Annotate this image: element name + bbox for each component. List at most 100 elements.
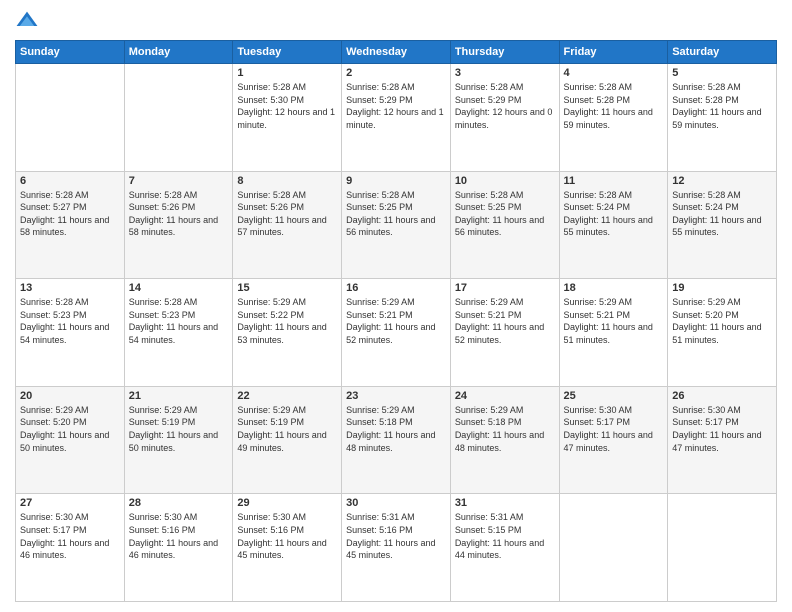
day-info: Sunrise: 5:29 AMSunset: 5:18 PMDaylight:… — [346, 404, 446, 454]
calendar-cell: 6 Sunrise: 5:28 AMSunset: 5:27 PMDaylight… — [16, 171, 125, 279]
day-number: 22 — [237, 390, 337, 402]
day-number: 16 — [346, 282, 446, 294]
day-info: Sunrise: 5:28 AMSunset: 5:23 PMDaylight:… — [129, 296, 229, 346]
day-info: Sunrise: 5:28 AMSunset: 5:28 PMDaylight:… — [672, 81, 772, 131]
day-number: 8 — [237, 175, 337, 187]
day-info: Sunrise: 5:28 AMSunset: 5:29 PMDaylight:… — [346, 81, 446, 131]
day-number: 23 — [346, 390, 446, 402]
calendar-cell: 7 Sunrise: 5:28 AMSunset: 5:26 PMDaylight… — [124, 171, 233, 279]
day-info: Sunrise: 5:31 AMSunset: 5:15 PMDaylight:… — [455, 511, 555, 561]
calendar-cell: 29 Sunrise: 5:30 AMSunset: 5:16 PMDayligh… — [233, 494, 342, 602]
day-number: 25 — [564, 390, 664, 402]
calendar-header: SundayMondayTuesdayWednesdayThursdayFrid… — [16, 41, 777, 64]
day-info: Sunrise: 5:29 AMSunset: 5:21 PMDaylight:… — [455, 296, 555, 346]
day-info: Sunrise: 5:30 AMSunset: 5:17 PMDaylight:… — [672, 404, 772, 454]
day-info: Sunrise: 5:29 AMSunset: 5:19 PMDaylight:… — [129, 404, 229, 454]
day-info: Sunrise: 5:29 AMSunset: 5:19 PMDaylight:… — [237, 404, 337, 454]
day-info: Sunrise: 5:30 AMSunset: 5:16 PMDaylight:… — [237, 511, 337, 561]
page: SundayMondayTuesdayWednesdayThursdayFrid… — [0, 0, 792, 612]
calendar-cell: 16 Sunrise: 5:29 AMSunset: 5:21 PMDayligh… — [342, 279, 451, 387]
day-info: Sunrise: 5:29 AMSunset: 5:20 PMDaylight:… — [20, 404, 120, 454]
calendar-cell: 12 Sunrise: 5:28 AMSunset: 5:24 PMDayligh… — [668, 171, 777, 279]
day-info: Sunrise: 5:30 AMSunset: 5:17 PMDaylight:… — [564, 404, 664, 454]
calendar-cell — [668, 494, 777, 602]
calendar-cell: 21 Sunrise: 5:29 AMSunset: 5:19 PMDayligh… — [124, 386, 233, 494]
calendar-cell: 3Sunrise: 5:28 AMSunset: 5:29 PMDaylight… — [450, 64, 559, 172]
calendar-cell: 23 Sunrise: 5:29 AMSunset: 5:18 PMDayligh… — [342, 386, 451, 494]
day-info: Sunrise: 5:28 AMSunset: 5:24 PMDaylight:… — [564, 189, 664, 239]
calendar-cell: 8Sunrise: 5:28 AMSunset: 5:26 PMDaylight… — [233, 171, 342, 279]
calendar-week-2: 6 Sunrise: 5:28 AMSunset: 5:27 PMDaylight… — [16, 171, 777, 279]
calendar-cell: 27 Sunrise: 5:30 AMSunset: 5:17 PMDayligh… — [16, 494, 125, 602]
logo-icon — [15, 10, 39, 34]
calendar-cell: 11 Sunrise: 5:28 AMSunset: 5:24 PMDayligh… — [559, 171, 668, 279]
day-number: 24 — [455, 390, 555, 402]
day-number: 4 — [564, 67, 664, 79]
weekday-header-saturday: Saturday — [668, 41, 777, 64]
calendar-cell: 17 Sunrise: 5:29 AMSunset: 5:21 PMDayligh… — [450, 279, 559, 387]
weekday-header-thursday: Thursday — [450, 41, 559, 64]
day-number: 21 — [129, 390, 229, 402]
day-info: Sunrise: 5:29 AMSunset: 5:20 PMDaylight:… — [672, 296, 772, 346]
day-info: Sunrise: 5:28 AMSunset: 5:27 PMDaylight:… — [20, 189, 120, 239]
day-number: 19 — [672, 282, 772, 294]
day-number: 27 — [20, 497, 120, 509]
day-number: 15 — [237, 282, 337, 294]
day-info: Sunrise: 5:28 AMSunset: 5:26 PMDaylight:… — [129, 189, 229, 239]
day-info: Sunrise: 5:29 AMSunset: 5:22 PMDaylight:… — [237, 296, 337, 346]
day-number: 17 — [455, 282, 555, 294]
calendar-cell: 2 Sunrise: 5:28 AMSunset: 5:29 PMDaylight… — [342, 64, 451, 172]
calendar-cell — [16, 64, 125, 172]
day-info: Sunrise: 5:30 AMSunset: 5:17 PMDaylight:… — [20, 511, 120, 561]
calendar-cell: 19 Sunrise: 5:29 AMSunset: 5:20 PMDayligh… — [668, 279, 777, 387]
calendar-week-5: 27 Sunrise: 5:30 AMSunset: 5:17 PMDayligh… — [16, 494, 777, 602]
calendar-cell: 28Sunrise: 5:30 AMSunset: 5:16 PMDayligh… — [124, 494, 233, 602]
calendar-cell: 20 Sunrise: 5:29 AMSunset: 5:20 PMDayligh… — [16, 386, 125, 494]
header — [15, 10, 777, 34]
calendar-cell: 30Sunrise: 5:31 AMSunset: 5:16 PMDayligh… — [342, 494, 451, 602]
day-number: 2 — [346, 67, 446, 79]
day-number: 29 — [237, 497, 337, 509]
day-info: Sunrise: 5:28 AMSunset: 5:30 PMDaylight:… — [237, 81, 337, 131]
calendar-cell: 18 Sunrise: 5:29 AMSunset: 5:21 PMDayligh… — [559, 279, 668, 387]
day-number: 11 — [564, 175, 664, 187]
day-info: Sunrise: 5:28 AMSunset: 5:25 PMDaylight:… — [346, 189, 446, 239]
calendar-cell: 25 Sunrise: 5:30 AMSunset: 5:17 PMDayligh… — [559, 386, 668, 494]
day-number: 6 — [20, 175, 120, 187]
day-number: 28 — [129, 497, 229, 509]
calendar-cell: 10Sunrise: 5:28 AMSunset: 5:25 PMDayligh… — [450, 171, 559, 279]
weekday-header-wednesday: Wednesday — [342, 41, 451, 64]
weekday-row: SundayMondayTuesdayWednesdayThursdayFrid… — [16, 41, 777, 64]
calendar-cell — [559, 494, 668, 602]
weekday-header-sunday: Sunday — [16, 41, 125, 64]
day-info: Sunrise: 5:29 AMSunset: 5:21 PMDaylight:… — [564, 296, 664, 346]
calendar-cell: 31 Sunrise: 5:31 AMSunset: 5:15 PMDayligh… — [450, 494, 559, 602]
calendar-week-3: 13 Sunrise: 5:28 AMSunset: 5:23 PMDayligh… — [16, 279, 777, 387]
day-number: 18 — [564, 282, 664, 294]
calendar-cell: 13 Sunrise: 5:28 AMSunset: 5:23 PMDayligh… — [16, 279, 125, 387]
logo — [15, 10, 43, 34]
day-number: 10 — [455, 175, 555, 187]
day-info: Sunrise: 5:29 AMSunset: 5:21 PMDaylight:… — [346, 296, 446, 346]
day-info: Sunrise: 5:31 AMSunset: 5:16 PMDaylight:… — [346, 511, 446, 561]
weekday-header-monday: Monday — [124, 41, 233, 64]
day-number: 7 — [129, 175, 229, 187]
day-info: Sunrise: 5:28 AMSunset: 5:28 PMDaylight:… — [564, 81, 664, 131]
calendar-body: 1 Sunrise: 5:28 AMSunset: 5:30 PMDaylight… — [16, 64, 777, 602]
calendar-cell: 14Sunrise: 5:28 AMSunset: 5:23 PMDayligh… — [124, 279, 233, 387]
calendar-week-4: 20 Sunrise: 5:29 AMSunset: 5:20 PMDayligh… — [16, 386, 777, 494]
calendar-cell: 15 Sunrise: 5:29 AMSunset: 5:22 PMDayligh… — [233, 279, 342, 387]
calendar: SundayMondayTuesdayWednesdayThursdayFrid… — [15, 40, 777, 602]
day-number: 13 — [20, 282, 120, 294]
weekday-header-friday: Friday — [559, 41, 668, 64]
day-number: 9 — [346, 175, 446, 187]
day-number: 3 — [455, 67, 555, 79]
day-number: 20 — [20, 390, 120, 402]
day-number: 1 — [237, 67, 337, 79]
day-number: 12 — [672, 175, 772, 187]
day-info: Sunrise: 5:28 AMSunset: 5:23 PMDaylight:… — [20, 296, 120, 346]
calendar-cell: 9 Sunrise: 5:28 AMSunset: 5:25 PMDaylight… — [342, 171, 451, 279]
day-info: Sunrise: 5:28 AMSunset: 5:24 PMDaylight:… — [672, 189, 772, 239]
calendar-week-1: 1 Sunrise: 5:28 AMSunset: 5:30 PMDaylight… — [16, 64, 777, 172]
day-number: 31 — [455, 497, 555, 509]
